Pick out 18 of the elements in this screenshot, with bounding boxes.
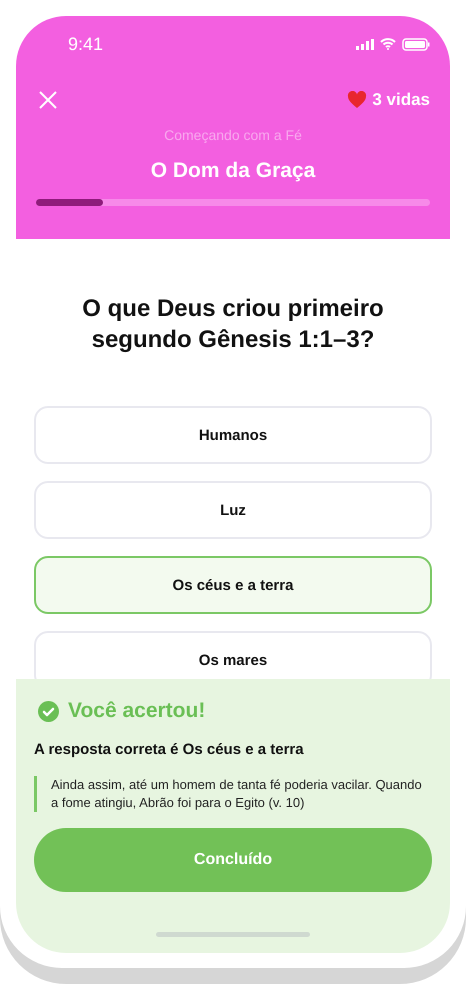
status-time: 9:41 [68, 34, 104, 54]
course-title: Começando com a Fé [163, 127, 303, 143]
correct-answer-text: A resposta correta é Os céus e a terra [34, 741, 305, 758]
feedback-title: Você acertou! [68, 699, 206, 723]
heart-icon [347, 91, 368, 109]
check-circle-icon [38, 700, 59, 722]
answer-option[interactable]: Humanos [34, 406, 432, 464]
question-text: O que Deus criou primeiro segundo Gênesis 1:1–3? [81, 294, 385, 355]
answer-option[interactable]: Luz [34, 481, 432, 539]
explanation-quote: Ainda assim, até um homem de tanta fé poderia vacilar. Quando a fome atingiu, Abrão foi para o Egito (v. 10) [34, 776, 432, 812]
battery-icon [402, 38, 430, 50]
lives-count: 3 vidas [372, 90, 430, 110]
wifi-icon [380, 38, 396, 50]
signal-icon [356, 38, 374, 50]
close-icon[interactable] [38, 90, 58, 110]
answer-option[interactable]: Os céus e a terra [34, 556, 432, 614]
lesson-title: O Dom da Graça [150, 159, 316, 183]
answer-option[interactable]: Os mares [34, 631, 432, 679]
